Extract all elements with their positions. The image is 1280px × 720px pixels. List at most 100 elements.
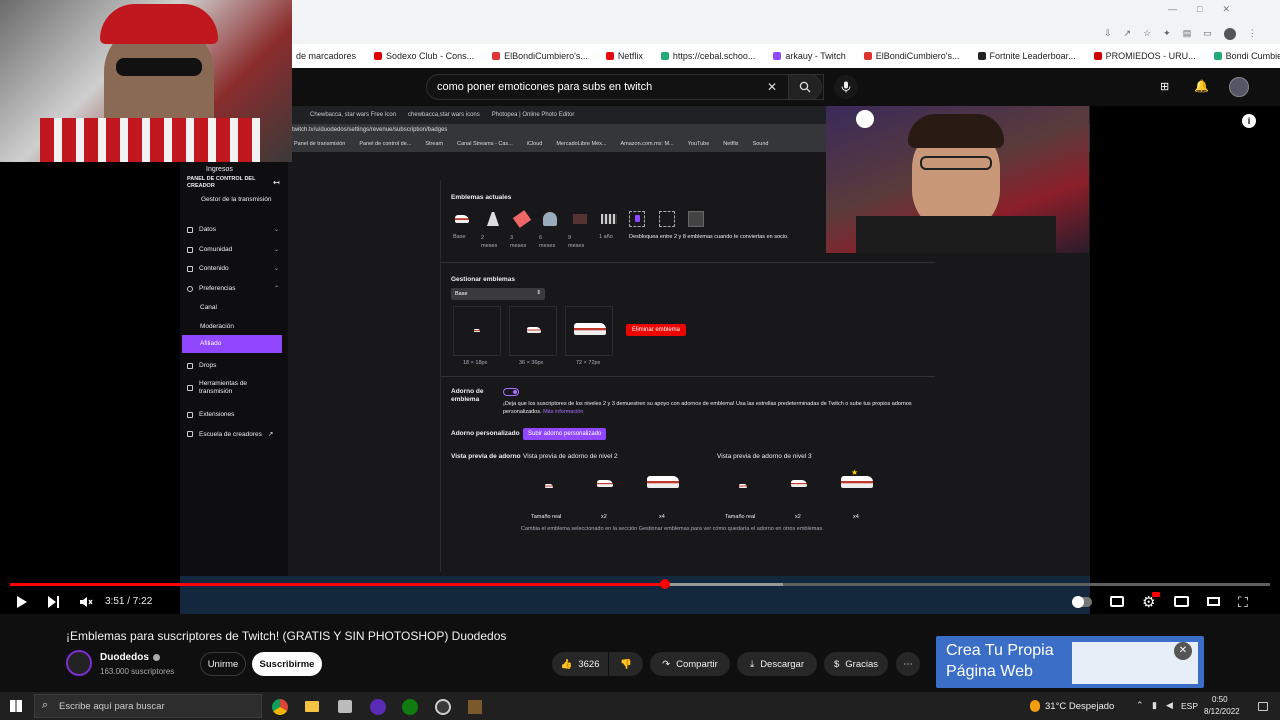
star-icon[interactable]: ☆ bbox=[1143, 28, 1151, 40]
puzzle-icon[interactable]: ✦ bbox=[1163, 28, 1171, 40]
menu-icon[interactable]: ⋮ bbox=[1248, 28, 1257, 40]
clear-search-icon[interactable]: ✕ bbox=[767, 80, 777, 94]
more-info-link[interactable]: Más información bbox=[543, 409, 583, 415]
ad-banner[interactable]: Crea Tu Propia Página Web ✕ bbox=[936, 636, 1204, 688]
notification-center-icon[interactable] bbox=[1258, 702, 1268, 711]
thanks-button[interactable]: $ Gracias bbox=[824, 652, 888, 676]
miniplayer-icon[interactable] bbox=[1174, 596, 1189, 607]
xbox-icon[interactable] bbox=[402, 699, 418, 715]
bookmark-item[interactable]: arkauy - Twitch bbox=[773, 51, 846, 61]
windows-start-icon[interactable] bbox=[10, 700, 22, 712]
sidebar-item-canal[interactable]: Canal bbox=[200, 304, 296, 311]
sidebar-item-drops[interactable]: Drops bbox=[187, 362, 283, 369]
profile-avatar[interactable] bbox=[1223, 28, 1236, 40]
collapse-icon[interactable]: ↤ bbox=[273, 178, 280, 187]
badge-6-months[interactable] bbox=[543, 212, 557, 226]
clock-date[interactable]: 8/12/2022 bbox=[1204, 707, 1240, 716]
sidebar-item-preferencias[interactable]: Preferencias ⌃ bbox=[187, 285, 283, 292]
sidebar-item-comunidad[interactable]: Comunidad ⌄ bbox=[187, 246, 283, 253]
like-button[interactable]: 👍 3626 bbox=[552, 652, 608, 676]
select-arrow-icon: ⇕ bbox=[536, 290, 541, 296]
close-button[interactable]: ✕ bbox=[1222, 4, 1230, 15]
search-button[interactable] bbox=[788, 74, 822, 100]
badge-base[interactable] bbox=[455, 215, 469, 223]
search-input[interactable]: como poner emoticones para subs en twitc… bbox=[426, 74, 824, 100]
share-icon[interactable]: ↗ bbox=[1124, 28, 1132, 40]
join-button[interactable]: Unirme bbox=[200, 652, 246, 676]
badge-1-year[interactable] bbox=[601, 214, 617, 224]
bookmark-item[interactable]: ElBondiCumbiero's... bbox=[863, 51, 960, 61]
readinglist-icon[interactable]: ▤ bbox=[1183, 28, 1192, 40]
sidebar-item-afiliado[interactable]: Afiliado bbox=[182, 335, 282, 353]
sidebar-item-tools[interactable]: Herramientas de transmisión bbox=[187, 380, 283, 396]
next-icon[interactable] bbox=[48, 596, 60, 608]
bookmark-item[interactable]: https://cebal.schoo... bbox=[660, 51, 755, 61]
clock-time[interactable]: 0:50 bbox=[1212, 695, 1228, 704]
account-avatar[interactable] bbox=[1229, 77, 1249, 97]
sidebar-item-stream-manager[interactable]: Gestor de la transmisión bbox=[187, 196, 283, 204]
play-icon[interactable] bbox=[16, 596, 28, 608]
sidepanel-icon[interactable]: ▭ bbox=[1203, 28, 1212, 40]
tier-select[interactable]: Base ⇕ bbox=[451, 288, 545, 300]
app-icon[interactable] bbox=[435, 699, 451, 715]
maximize-button[interactable]: □ bbox=[1197, 4, 1202, 15]
extension-icon[interactable]: ⇩ bbox=[1104, 28, 1112, 40]
autoplay-toggle[interactable] bbox=[1072, 596, 1092, 608]
fullscreen-icon[interactable]: ⛶ bbox=[1238, 594, 1248, 611]
folder-icon[interactable] bbox=[305, 701, 319, 712]
minimize-button[interactable]: — bbox=[1168, 4, 1177, 15]
create-video-icon[interactable]: ⊞ bbox=[1160, 80, 1169, 93]
mute-icon[interactable] bbox=[79, 595, 93, 609]
badge-size-72 bbox=[565, 306, 613, 356]
obs-icon[interactable] bbox=[370, 699, 386, 715]
bookmark-item[interactable]: ElBondiCumbiero's... bbox=[492, 51, 588, 61]
voice-search-button[interactable] bbox=[834, 75, 858, 99]
weather-icon bbox=[1030, 700, 1040, 712]
subscribe-button[interactable]: Suscribirme bbox=[252, 652, 322, 676]
notifications-icon[interactable]: 🔔 bbox=[1194, 79, 1209, 93]
badge-2-months[interactable] bbox=[487, 212, 499, 226]
network-icon[interactable]: ▮ bbox=[1152, 700, 1157, 711]
weather-text: 31°C Despejado bbox=[1045, 701, 1115, 712]
channel-name-row[interactable]: Duodedos bbox=[100, 652, 160, 663]
upload-adornment-button[interactable]: Subir adorno personalizado bbox=[523, 428, 607, 440]
badge-slot-empty[interactable] bbox=[688, 211, 704, 227]
sidebar-item-extensiones[interactable]: Extensiones bbox=[187, 411, 283, 418]
bookmark-item[interactable]: de marcadores bbox=[296, 51, 356, 61]
language-indicator[interactable]: ESP bbox=[1181, 701, 1198, 711]
share-button[interactable]: ↷ Compartir bbox=[650, 652, 730, 676]
bookmark-item[interactable]: Sodexo Club - Cons... bbox=[374, 51, 474, 61]
bookmark-item[interactable]: Bondi Cumbiero (8... bbox=[1213, 51, 1280, 61]
bookmark-item[interactable]: PROMIEDOS - URU... bbox=[1093, 51, 1196, 61]
sidebar-ingresos[interactable]: Ingresos bbox=[206, 166, 302, 173]
subtitles-icon[interactable] bbox=[1110, 596, 1124, 607]
scrubber-handle[interactable] bbox=[660, 579, 670, 589]
preview-size-label: x4 bbox=[659, 514, 665, 520]
hd-badge bbox=[1152, 592, 1160, 597]
theater-mode-icon[interactable] bbox=[1207, 597, 1220, 606]
sidebar-item-moderacion[interactable]: Moderación bbox=[200, 323, 296, 330]
channel-avatar[interactable] bbox=[66, 650, 92, 676]
sidebar-item-contenido[interactable]: Contenido ⌄ bbox=[187, 265, 283, 272]
more-actions-button[interactable]: ⋯ bbox=[896, 652, 920, 676]
bookmark-item[interactable]: Fortnite Leaderboar... bbox=[977, 51, 1076, 61]
dislike-button[interactable]: 👎 bbox=[609, 652, 643, 676]
delete-badge-button[interactable]: Eliminar emblema bbox=[626, 324, 687, 336]
volume-icon[interactable]: ◀ bbox=[1166, 700, 1173, 711]
bookmark-item[interactable]: Netflix bbox=[605, 51, 643, 61]
app-icon[interactable] bbox=[338, 700, 352, 713]
badge-9-months[interactable] bbox=[573, 214, 587, 224]
minecraft-icon[interactable] bbox=[468, 700, 482, 714]
download-button[interactable]: ⤓ Descargar bbox=[737, 652, 817, 676]
adornment-toggle[interactable] bbox=[503, 388, 519, 396]
badge-3-months[interactable] bbox=[512, 210, 532, 228]
sidebar-item-creator-school[interactable]: Escuela de creadores ↗ bbox=[187, 430, 283, 438]
ad-close-icon[interactable]: ✕ bbox=[1174, 642, 1192, 660]
badge-slot-locked[interactable] bbox=[629, 211, 645, 227]
badge-slot-empty[interactable] bbox=[659, 211, 675, 227]
chrome-icon[interactable] bbox=[272, 699, 288, 715]
taskbar-search[interactable]: Escribe aquí para buscar bbox=[34, 694, 262, 718]
sidebar-item-datos[interactable]: Datos ⌄ bbox=[187, 226, 283, 233]
info-icon[interactable]: i bbox=[1242, 114, 1256, 128]
tray-chevron-icon[interactable]: ⌃ bbox=[1136, 700, 1144, 711]
